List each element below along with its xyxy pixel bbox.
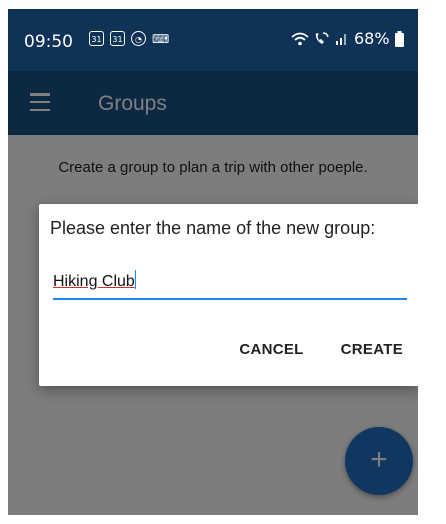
wifi-call-icon (315, 32, 329, 44)
dialog-actions: CANCEL CREATE (239, 341, 403, 358)
wifi-icon (291, 32, 309, 45)
new-group-dialog: Please enter the name of the new group: … (39, 204, 418, 386)
group-name-value: Hiking Club (53, 273, 135, 290)
create-button[interactable]: CREATE (341, 341, 403, 358)
group-name-input[interactable]: Hiking Club (53, 270, 407, 300)
status-time: 09:50 (24, 32, 73, 52)
status-notification-icons: 31 31 ◔ ⌨ (89, 31, 169, 46)
cancel-button[interactable]: CANCEL (239, 341, 303, 358)
calendar-icon: 31 (110, 31, 125, 46)
status-bar: 09:50 31 31 ◔ ⌨ 68% (8, 9, 418, 71)
screen: 09:50 31 31 ◔ ⌨ 68% Please enter the nam… (8, 9, 418, 515)
sync-icon: ◔ (131, 31, 146, 46)
battery-percentage: 68% (354, 29, 390, 48)
dialog-title: Please enter the name of the new group: (50, 218, 376, 238)
signal-icon (336, 33, 346, 45)
calendar-icon: 31 (89, 31, 104, 46)
keyboard-icon: ⌨ (152, 31, 170, 46)
battery-icon (394, 30, 404, 47)
status-system-icons: 68% (291, 29, 404, 48)
text-cursor (134, 270, 137, 289)
